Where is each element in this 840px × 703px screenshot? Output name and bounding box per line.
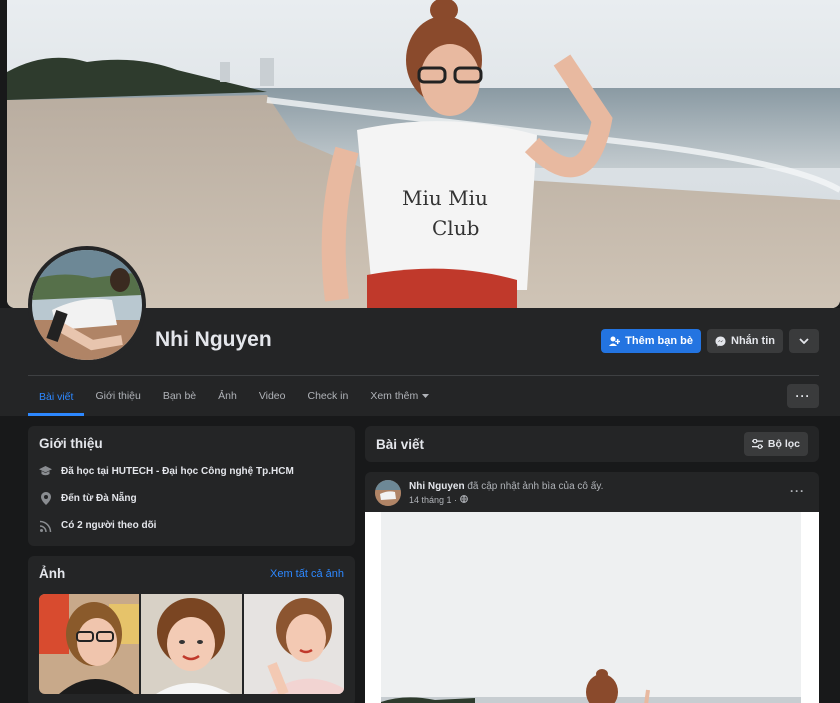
see-all-photos-link[interactable]: Xem tất cả ảnh	[270, 568, 344, 580]
photo-grid	[39, 594, 344, 694]
post-author-avatar[interactable]	[375, 480, 401, 506]
tab-more[interactable]: Xem thêm	[359, 377, 440, 415]
tab-posts[interactable]: Bài viết	[28, 377, 85, 416]
photos-header: Ảnh Xem tất cả ảnh	[39, 566, 344, 581]
post-author-name[interactable]: Nhi Nguyen	[409, 481, 465, 492]
photos-card: Ảnh Xem tất cả ảnh	[28, 556, 355, 703]
intro-title: Giới thiệu	[39, 436, 103, 451]
tab-more-label: Xem thêm	[370, 390, 419, 402]
post-image[interactable]	[365, 512, 819, 703]
profile-avatar[interactable]	[28, 246, 146, 364]
svg-text:Miu Miu: Miu Miu	[402, 186, 488, 210]
tab-about[interactable]: Giới thiệu	[84, 377, 151, 415]
profile-actions: Thêm bạn bè Nhắn tin	[601, 329, 819, 353]
message-button[interactable]: Nhắn tin	[707, 329, 783, 353]
tabs-more-options-button[interactable]: ···	[787, 384, 819, 408]
intro-item-followers: Có 2 người theo dõi	[39, 519, 344, 532]
followers-icon	[39, 519, 52, 532]
filter-label: Bộ lọc	[767, 438, 800, 450]
photo-thumbnail[interactable]	[39, 594, 140, 694]
more-dots-icon: ···	[795, 389, 811, 403]
message-label: Nhắn tin	[731, 335, 775, 347]
profile-tabs: Bài viết Giới thiệu Bạn bè Ảnh Video Che…	[28, 377, 440, 416]
chevron-down-icon	[799, 338, 809, 344]
profile-name: Nhi Nguyen	[155, 328, 272, 351]
post-options-button[interactable]: ···	[790, 484, 805, 498]
header-divider	[28, 375, 819, 376]
tab-videos[interactable]: Video	[248, 377, 297, 415]
post-meta: Nhi Nguyen đã cập nhật ảnh bìa của cô ấy…	[409, 480, 604, 506]
caret-down-icon	[422, 394, 430, 398]
graduation-cap-icon	[39, 465, 52, 478]
cover-photo[interactable]: Miu Miu Club	[7, 0, 840, 308]
svg-text:Club: Club	[432, 216, 479, 240]
intro-followers-text: Có 2 người theo dõi	[61, 520, 157, 531]
tab-checkins[interactable]: Check in	[296, 377, 359, 415]
intro-education-text: Đã học tại HUTECH - Đại học Công nghệ Tp…	[61, 466, 294, 477]
intro-item-hometown: Đến từ Đà Nẵng	[39, 492, 344, 505]
photo-thumbnail[interactable]	[141, 594, 242, 694]
post-timestamp[interactable]: 14 tháng 1 ·	[409, 494, 603, 506]
post-header: Nhi Nguyen đã cập nhật ảnh bìa của cô ấy…	[365, 472, 819, 512]
intro-hometown-text: Đến từ Đà Nẵng	[61, 493, 137, 504]
add-friend-icon	[609, 336, 621, 346]
add-friend-label: Thêm bạn bè	[625, 335, 693, 347]
avatar-image	[32, 250, 142, 360]
messenger-icon	[715, 336, 726, 346]
post-time-text: 14 tháng 1 ·	[409, 494, 458, 505]
filter-button[interactable]: Bộ lọc	[743, 432, 808, 456]
post-card: Nhi Nguyen đã cập nhật ảnh bìa của cô ấy…	[365, 472, 819, 703]
filter-sliders-icon	[751, 439, 763, 449]
location-pin-icon	[39, 492, 52, 505]
more-options-button[interactable]	[789, 329, 819, 353]
tab-friends[interactable]: Bạn bè	[152, 377, 207, 415]
posts-title: Bài viết	[376, 436, 425, 452]
photo-thumbnail[interactable]	[243, 594, 344, 694]
globe-icon	[459, 494, 468, 503]
intro-item-education: Đã học tại HUTECH - Đại học Công nghệ Tp…	[39, 465, 344, 478]
photos-title: Ảnh	[39, 566, 66, 581]
posts-header-card: Bài viết Bộ lọc	[365, 426, 819, 462]
cover-photo-image: Miu Miu Club	[7, 0, 840, 308]
tab-photos[interactable]: Ảnh	[207, 377, 248, 415]
post-action-text: đã cập nhật ảnh bìa của cô ấy.	[467, 481, 604, 492]
intro-card: Giới thiệu Đã học tại HUTECH - Đại học C…	[28, 426, 355, 546]
add-friend-button[interactable]: Thêm bạn bè	[601, 329, 701, 353]
